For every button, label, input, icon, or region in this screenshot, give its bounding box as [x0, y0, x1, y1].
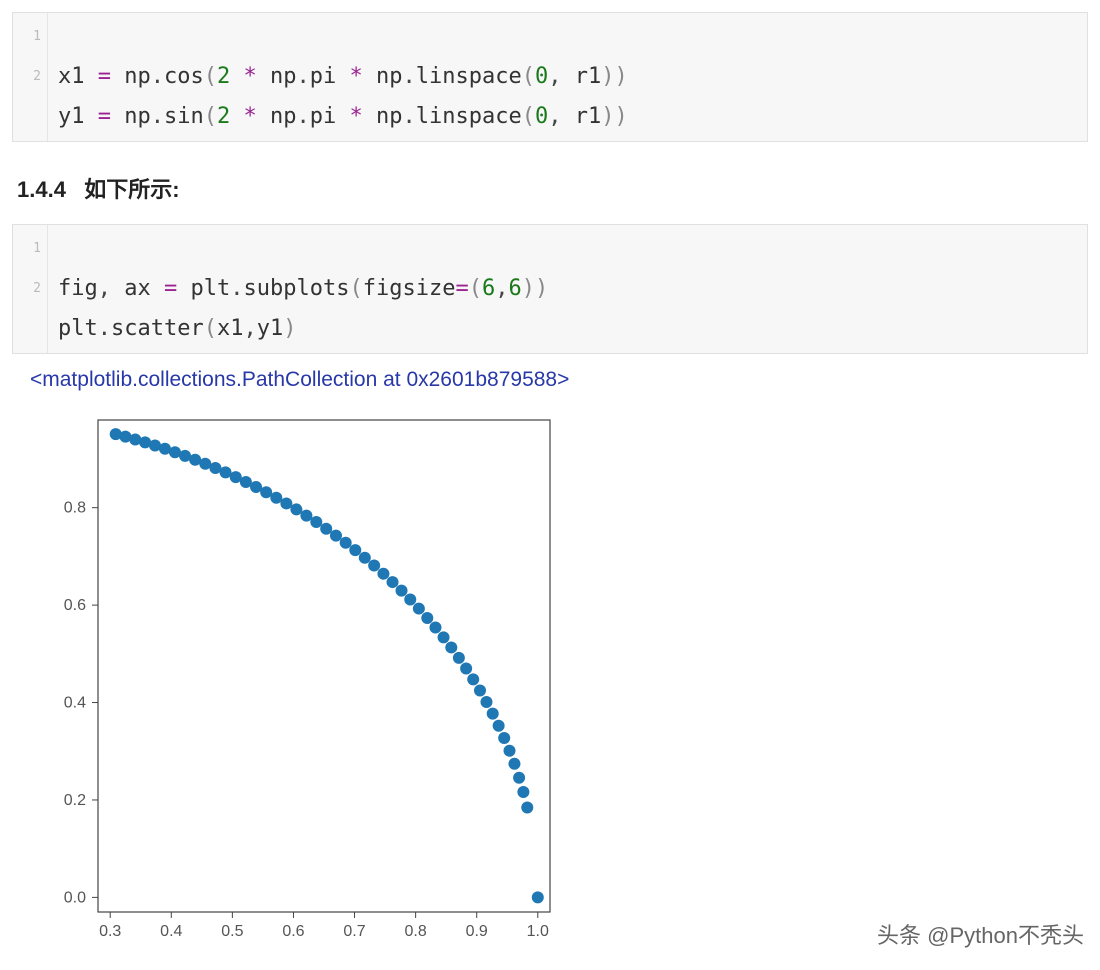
svg-text:0.6: 0.6	[64, 597, 86, 614]
code-block-1: 1 2 x1 = np.cos(2 * np.pi * np.linspace(…	[12, 12, 1088, 142]
section-number: 1.4.4	[17, 177, 66, 202]
svg-text:0.8: 0.8	[64, 500, 86, 517]
output-repr: <matplotlib.collections.PathCollection a…	[30, 368, 1088, 392]
code-line: plt.scatter(x1,y1)	[58, 316, 296, 341]
line-number: 2	[13, 269, 41, 309]
watermark: 头条 @Python不秃头	[877, 918, 1084, 950]
section-title: 如下所示:	[84, 177, 179, 202]
code-line: x1 = np.cos(2 * np.pi * np.linspace(0, r…	[58, 64, 628, 89]
svg-text:0.2: 0.2	[64, 792, 86, 809]
line-number-gutter: 1 2	[13, 225, 48, 353]
svg-text:0.5: 0.5	[221, 923, 243, 940]
code-content: x1 = np.cos(2 * np.pi * np.linspace(0, r…	[48, 13, 638, 141]
section-heading: 1.4.4 如下所示:	[17, 172, 1088, 204]
svg-text:1.0: 1.0	[527, 923, 549, 940]
svg-text:0.6: 0.6	[282, 923, 304, 940]
chart-svg: 0.3 0.4 0.5 0.6 0.7 0.8 0.9 1.0 0.0 0.2 0.4 0.6 0.8	[42, 408, 562, 948]
line-number-gutter: 1 2	[13, 13, 48, 141]
code-block-2: 1 2 fig, ax = plt.subplots(figsize=(6,6)…	[12, 224, 1088, 354]
svg-text:0.7: 0.7	[343, 923, 365, 940]
svg-text:0.3: 0.3	[99, 923, 121, 940]
svg-text:0.9: 0.9	[466, 923, 488, 940]
svg-text:0.0: 0.0	[64, 889, 86, 906]
scatter-chart: 0.3 0.4 0.5 0.6 0.7 0.8 0.9 1.0 0.0 0.2 0.4 0.6 0.8	[42, 408, 562, 948]
svg-text:0.4: 0.4	[64, 695, 86, 712]
code-line: y1 = np.sin(2 * np.pi * np.linspace(0, r…	[58, 104, 628, 129]
line-number: 1	[13, 17, 41, 57]
line-number: 1	[13, 229, 41, 269]
code-content: fig, ax = plt.subplots(figsize=(6,6)) pl…	[48, 225, 558, 353]
code-line: fig, ax = plt.subplots(figsize=(6,6))	[58, 276, 548, 301]
svg-text:0.8: 0.8	[404, 923, 426, 940]
svg-text:0.4: 0.4	[160, 923, 182, 940]
line-number: 2	[13, 57, 41, 97]
